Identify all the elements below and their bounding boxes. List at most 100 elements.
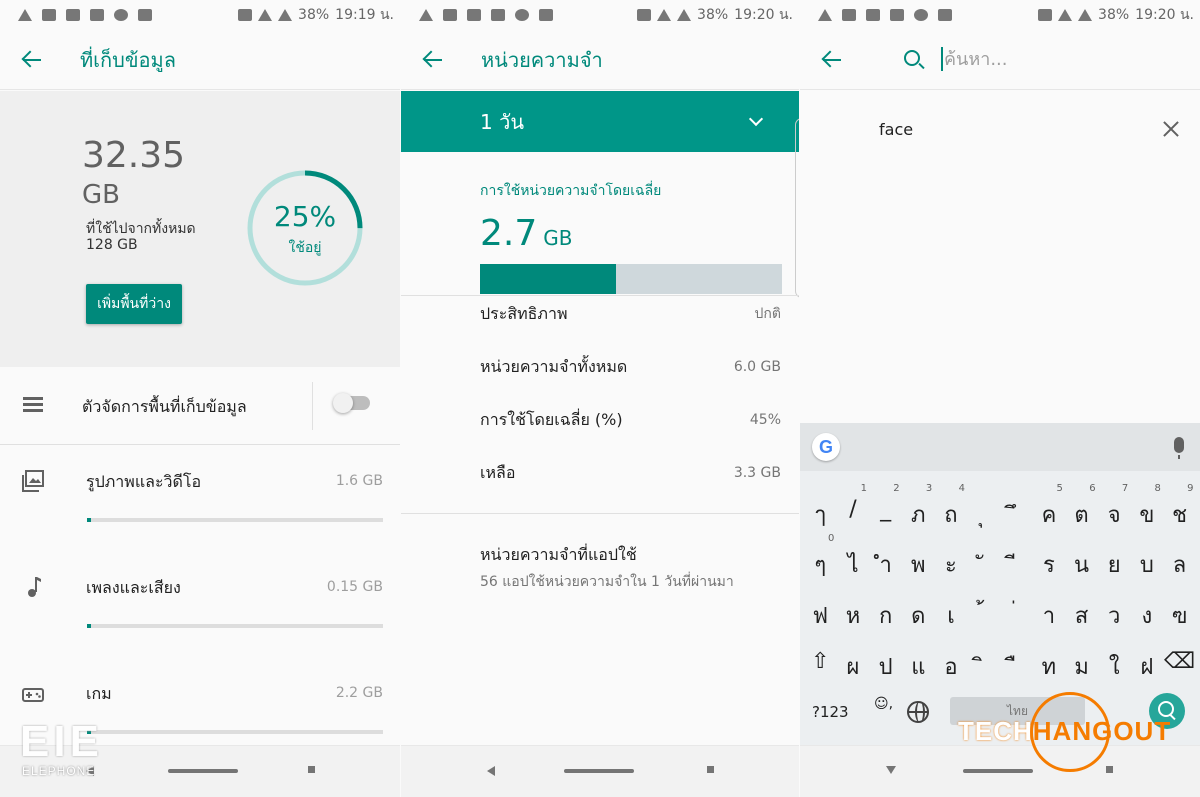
key[interactable]: ่ [1000,598,1032,633]
key[interactable]: น [1066,547,1098,582]
search-input[interactable] [944,44,1164,74]
lock-icon [890,9,904,21]
youtube-icon [42,9,56,21]
key[interactable]: เ [935,598,967,633]
signal-icon [677,9,692,21]
key[interactable]: ิ [968,649,1000,684]
app-memory-title[interactable]: หน่วยความจำที่แอปใช้ [480,543,637,568]
key[interactable]: ื [1000,649,1032,684]
key[interactable]: ๅ [804,497,836,532]
key[interactable]: ภ3 [902,483,934,532]
globe-icon[interactable] [907,701,929,723]
key[interactable]: ุ [968,497,1000,532]
emoji-key[interactable]: ☺, [874,696,893,712]
key[interactable]: จ7 [1098,483,1130,532]
chevron-down-icon [748,111,764,127]
period-dropdown[interactable]: 1 วัน [401,91,799,152]
wifi-icon [1058,9,1073,21]
key-label: ล [1172,553,1187,578]
key[interactable]: ⇧ [804,649,836,684]
key[interactable]: ะ [935,547,967,582]
key[interactable]: ี [1000,547,1032,582]
avg-usage-label: การใช้หน่วยความจำโดยเฉลี่ย [480,183,662,199]
key[interactable]: ห [837,598,869,633]
key[interactable]: ฟ [804,598,836,633]
key[interactable]: ค5 [1033,483,1065,532]
free-up-space-button[interactable]: เพิ่มพื้นที่ว่าง [86,284,182,324]
back-arrow-icon[interactable] [820,48,844,72]
navigation-icon [18,9,32,21]
keyboard-row-4: ⇧ ผปแอิื ทมใฝ ⌫ [800,649,1200,684]
nav-back-icon[interactable] [487,766,495,776]
key[interactable]: ช9 [1164,483,1196,532]
nav-home-pill[interactable] [963,769,1033,773]
navigation-icon [818,9,832,21]
key[interactable]: ป [870,649,902,684]
key[interactable]: ⌫ [1164,649,1196,684]
key-label: เ [947,604,955,629]
key[interactable]: ข8 [1131,483,1163,532]
back-arrow-icon[interactable] [20,48,44,72]
divider [401,513,799,514]
microphone-icon[interactable] [1174,437,1184,459]
key[interactable]: ฝ [1131,649,1163,684]
nav-recents-icon[interactable] [707,766,714,773]
nav-recents-icon[interactable] [308,766,315,773]
key[interactable]: ส [1066,598,1098,633]
key[interactable]: ย [1098,547,1130,582]
avg-usage: 2.7 GB [480,213,572,254]
gallery-icon [467,9,481,21]
key[interactable]: า [1033,598,1065,633]
category-row-audio[interactable]: เพลงและเสียง 0.15 GB [0,566,400,636]
key[interactable]: แ [902,649,934,684]
key[interactable]: ั [968,547,1000,582]
key-label: ไ [847,553,859,578]
key-hint: 2 [893,483,900,494]
key[interactable]: ๆ0 [804,533,836,582]
key[interactable]: ฃ [1164,598,1196,633]
key[interactable]: ง [1131,598,1163,633]
key[interactable]: พ [902,547,934,582]
symbols-key[interactable]: ?123 [812,703,849,721]
elephone-wordmark: ELEPHONE [22,764,96,778]
nav-back-icon[interactable] [886,766,896,774]
battery-percent: 38% [1098,7,1130,23]
app-bar: หน่วยความจำ [401,30,799,90]
key[interactable]: ล [1164,547,1196,582]
search-suggestion[interactable]: face [879,120,913,139]
key[interactable]: ด [902,598,934,633]
key[interactable]: ึ [1000,497,1032,532]
key[interactable]: ก [870,598,902,633]
key-label: อ [944,655,958,680]
key[interactable]: ไ [837,547,869,582]
key[interactable]: ว [1098,598,1130,633]
key[interactable]: ท [1033,649,1065,684]
lock-icon [90,9,104,21]
key[interactable]: บ [1131,547,1163,582]
key[interactable]: ม [1066,649,1098,684]
key[interactable]: _ 2 [870,483,902,532]
key[interactable]: ำ [870,547,902,582]
key[interactable]: ต6 [1066,483,1098,532]
storage-manager-toggle[interactable] [333,393,370,413]
nav-home-pill[interactable] [168,769,238,773]
close-icon[interactable] [1162,120,1180,138]
photo-icon [22,470,44,492]
key[interactable]: ใ [1098,649,1130,684]
back-arrow-icon[interactable] [421,48,445,72]
key[interactable]: อ [935,649,967,684]
key[interactable]: /1 [837,483,869,532]
nav-home-pill[interactable] [564,769,634,773]
key[interactable]: ผ [837,649,869,684]
nav-recents-icon[interactable] [1106,766,1113,773]
key[interactable]: ถ4 [935,483,967,532]
category-row-photos[interactable]: รูปภาพและวิดีโอ 1.6 GB [0,460,400,530]
elephone-logo: EIE [20,717,103,766]
usage-percent: 25% [273,200,337,233]
clock: 19:20 น. [1135,7,1194,23]
nav-bar [401,745,799,797]
google-logo-icon[interactable]: G [812,433,840,461]
key[interactable]: ร [1033,547,1065,582]
key[interactable]: ้ [968,598,1000,633]
stat-value: 6.0 GB [733,359,781,375]
